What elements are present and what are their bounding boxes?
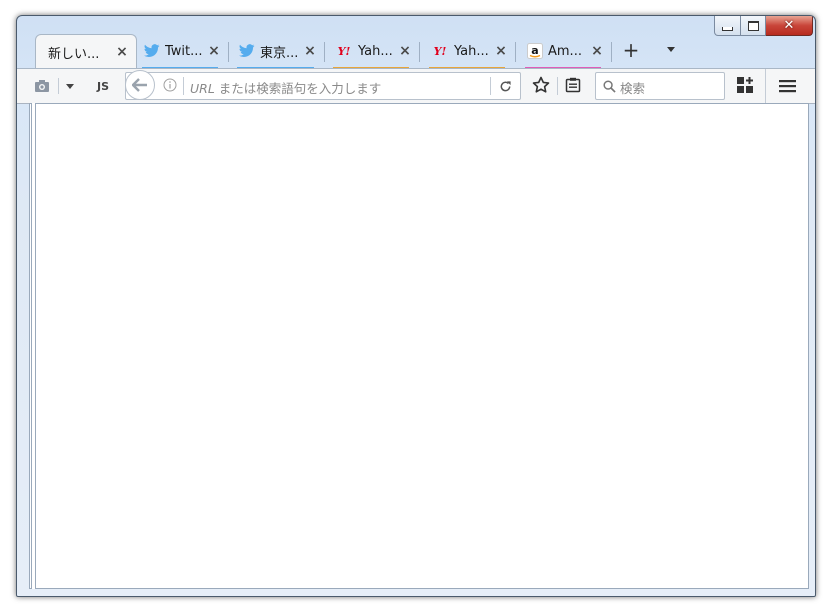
tab-close-icon[interactable]: × [304, 44, 316, 58]
url-separator [183, 77, 184, 95]
tab-separator [228, 42, 229, 62]
toolbar-separator [58, 78, 59, 94]
twitter-icon [144, 43, 160, 59]
amazon-icon: a [527, 43, 543, 59]
url-placeholder: または検索語句を入力します [214, 81, 382, 96]
tab-twitter[interactable]: Twit... × [138, 34, 229, 69]
maximize-icon [747, 20, 759, 31]
tab-yahoo-2[interactable]: Y! Yah... × [425, 34, 516, 69]
tab-close-icon[interactable]: × [495, 44, 507, 58]
toolbar-separator [765, 69, 766, 103]
tab-title: 東京... [260, 45, 299, 61]
url-bar[interactable]: URL または検索語句を入力します [125, 72, 521, 100]
tab-separator [419, 42, 420, 62]
close-icon: ✕ [783, 18, 795, 33]
page-content-area [29, 103, 809, 589]
tab-amazon[interactable]: a Am... × [521, 34, 612, 69]
tab-twitter-tokyo[interactable]: 東京... × [233, 34, 325, 69]
minimize-icon [722, 26, 733, 31]
sidebar-edge [31, 103, 36, 589]
list-all-tabs-icon[interactable] [667, 47, 675, 52]
tab-separator [515, 42, 516, 62]
yahoo-icon: Y! [433, 44, 447, 58]
dropdown-arrow-icon[interactable] [63, 78, 77, 94]
back-arrow-icon [132, 78, 147, 92]
toolbar-separator [557, 77, 558, 95]
screenshot-camera-icon[interactable] [33, 77, 51, 95]
new-tab-button[interactable]: + [620, 39, 642, 61]
tab-close-icon[interactable]: × [208, 44, 220, 58]
tab-close-icon[interactable]: × [591, 44, 603, 58]
url-input[interactable]: URL または検索語句を入力します [190, 78, 381, 97]
search-icon [601, 78, 617, 94]
tab-separator [611, 42, 612, 62]
tab-title: Am... [548, 43, 582, 59]
url-placeholder-prefix: URL [190, 81, 215, 96]
javascript-toggle-button[interactable]: JS [91, 77, 115, 95]
minimize-button[interactable] [714, 16, 741, 36]
plus-icon: + [622, 38, 640, 62]
reload-icon[interactable] [496, 77, 514, 95]
yahoo-icon: Y! [337, 44, 351, 58]
window-caption-buttons: ✕ [714, 16, 813, 36]
tab-yahoo[interactable]: Y! Yah... × [329, 34, 420, 69]
navigation-toolbar: JS URL または検索語句を入力します 検索 [17, 68, 815, 104]
back-button[interactable] [125, 70, 155, 100]
browser-window: ✕ 新しい... × Twit... × 東京... × Y! Yah... ×… [16, 15, 816, 597]
url-separator [490, 77, 491, 95]
search-placeholder: 検索 [620, 81, 646, 96]
hamburger-menu-icon[interactable] [777, 76, 797, 96]
tab-close-icon[interactable]: × [116, 45, 128, 59]
tab-title: Yah... [454, 43, 489, 59]
tab-close-icon[interactable]: × [399, 44, 411, 58]
maximize-button[interactable] [741, 16, 766, 36]
tab-title: Yah... [358, 43, 393, 59]
search-bar[interactable]: 検索 [595, 72, 725, 100]
close-window-button[interactable]: ✕ [766, 16, 813, 36]
reading-list-icon[interactable] [563, 75, 583, 95]
tab-strip: 新しい... × Twit... × 東京... × Y! Yah... × Y… [17, 34, 815, 69]
twitter-icon [239, 43, 255, 59]
tab-new-tab[interactable]: 新しい... × [35, 34, 137, 69]
bookmark-star-icon[interactable] [531, 75, 551, 95]
tab-title: Twit... [165, 43, 203, 59]
tab-title: 新しい... [48, 46, 100, 62]
info-icon[interactable] [162, 77, 178, 93]
add-ons-grid-icon[interactable] [735, 75, 755, 95]
svg-text:a: a [531, 44, 538, 57]
tab-separator [324, 42, 325, 62]
